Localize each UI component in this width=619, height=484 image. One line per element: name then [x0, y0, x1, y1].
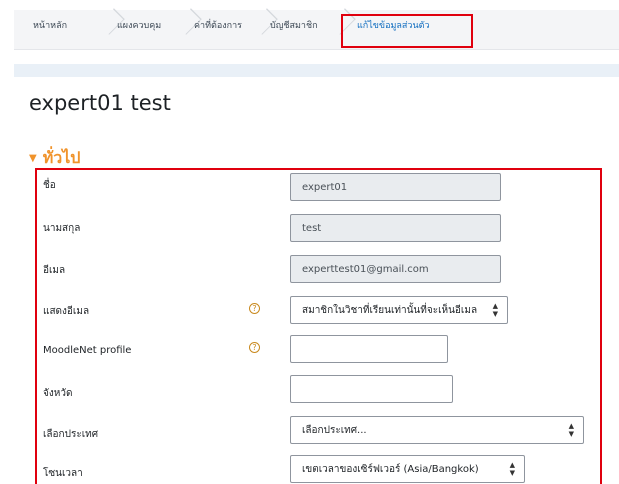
- header-band: [14, 64, 619, 77]
- country-select[interactable]: เลือกประเทศ... ▲ ▼: [290, 416, 584, 444]
- moodlenet-label: MoodleNet profile: [43, 345, 132, 356]
- email-display-value: สมาชิกในวิชาที่เรียนเท่านั้นที่จะเห็นอีเ…: [302, 304, 478, 316]
- email-display-select[interactable]: สมาชิกในวิชาที่เรียนเท่านั้นที่จะเห็นอีเ…: [290, 296, 508, 324]
- breadcrumb-user-account[interactable]: บัญชีสมาชิก: [270, 10, 318, 40]
- city-label: จังหวัด: [43, 388, 73, 399]
- sort-arrows-icon: ▲ ▼: [568, 422, 574, 438]
- breadcrumb-separator: [256, 10, 266, 40]
- country-label: เลือกประเทศ: [43, 429, 99, 440]
- breadcrumb-separator: [103, 10, 113, 40]
- breadcrumb-dashboard[interactable]: แผงควบคุม: [117, 10, 161, 40]
- question-circle-icon[interactable]: ?: [249, 303, 260, 314]
- page-title: expert01 test: [29, 91, 171, 115]
- last-name-label: นามสกุล: [43, 223, 81, 234]
- country-value: เลือกประเทศ...: [302, 424, 367, 436]
- email-label: อีเมล: [43, 265, 66, 276]
- moodlenet-input[interactable]: [290, 335, 448, 363]
- last-name-field[interactable]: test: [290, 214, 501, 242]
- email-field[interactable]: experttest01@gmail.com: [290, 255, 501, 283]
- timezone-select[interactable]: เขตเวลาของเซิร์ฟเวอร์ (Asia/Bangkok) ▲ ▼: [290, 455, 525, 483]
- timezone-value: เขตเวลาของเซิร์ฟเวอร์ (Asia/Bangkok): [302, 463, 479, 475]
- first-name-label: ชื่อ: [43, 180, 56, 191]
- first-name-field[interactable]: expert01: [290, 173, 501, 201]
- email-display-label: แสดงอีเมล: [43, 306, 90, 317]
- timezone-label: โซนเวลา: [43, 468, 83, 479]
- breadcrumb-preferences[interactable]: ค่าที่ต้องการ: [194, 10, 242, 40]
- chevron-down-icon: ▼: [29, 153, 37, 164]
- highlight-box: [341, 14, 473, 48]
- sort-arrows-icon: ▲ ▼: [509, 461, 515, 477]
- sort-arrows-icon: ▲ ▼: [492, 302, 498, 318]
- question-circle-icon[interactable]: ?: [249, 342, 260, 353]
- breadcrumb-separator: [180, 10, 190, 40]
- city-input[interactable]: [290, 375, 453, 403]
- breadcrumb-home[interactable]: หน้าหลัก: [33, 10, 67, 40]
